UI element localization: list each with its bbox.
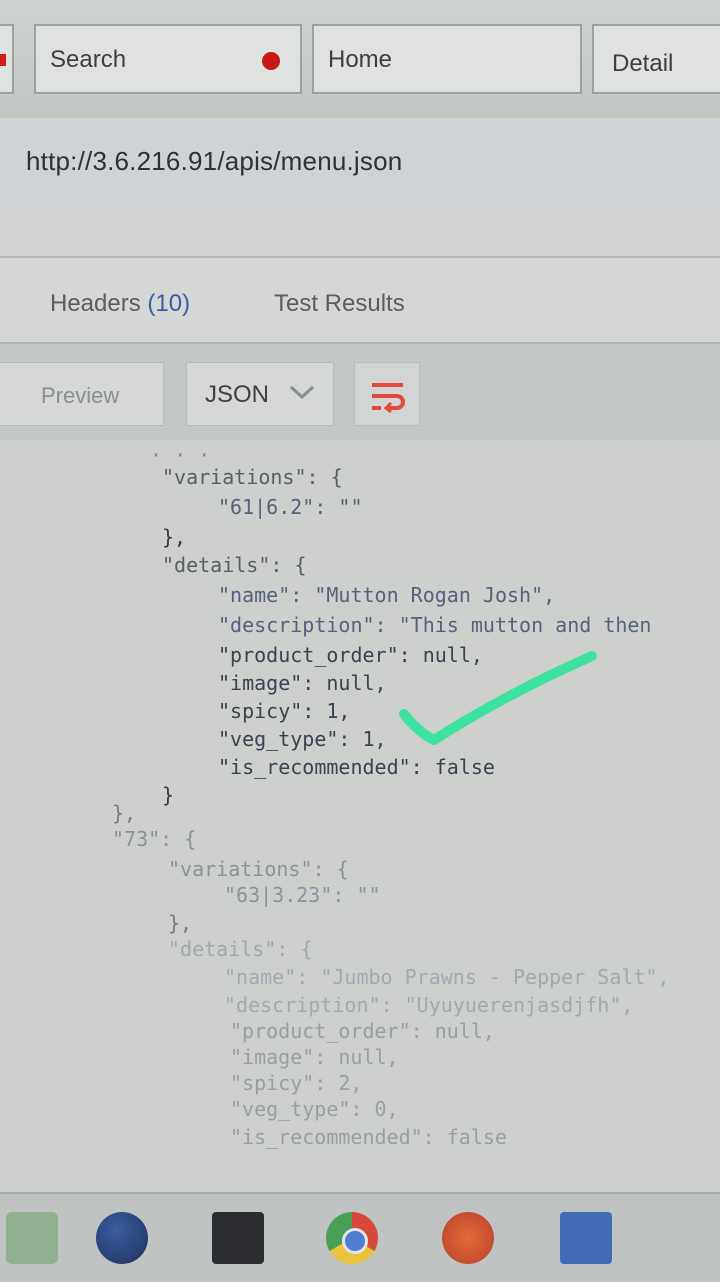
url-bar[interactable]: http://3.6.216.91/apis/menu.json bbox=[0, 118, 720, 208]
tab-detail[interactable]: Detail bbox=[592, 24, 720, 94]
tab-previous[interactable] bbox=[0, 24, 14, 94]
tab-search[interactable]: Search bbox=[34, 24, 302, 94]
taskbar-app-2[interactable] bbox=[90, 1208, 154, 1268]
tab-test-results[interactable]: Test Results bbox=[274, 290, 405, 318]
divider bbox=[0, 206, 720, 258]
json-viewer[interactable]: · · · "variations": { "61|6.2": "" }, "d… bbox=[0, 440, 720, 1192]
request-url[interactable]: http://3.6.216.91/apis/menu.json bbox=[26, 146, 402, 177]
code-line: "name": "Jumbo Prawns - Pepper Salt", bbox=[224, 965, 670, 989]
eclipse-icon bbox=[96, 1212, 148, 1264]
record-dot-icon bbox=[262, 52, 280, 70]
terminal-icon bbox=[212, 1212, 264, 1264]
format-select[interactable]: JSON bbox=[186, 362, 334, 426]
code-line: "is_recommended": false bbox=[230, 1125, 507, 1149]
code-line: } bbox=[162, 783, 175, 807]
response-tabs: Headers (10) Test Results bbox=[0, 258, 720, 344]
code-line: "73": { bbox=[112, 827, 197, 851]
code-line: "spicy": 1, bbox=[218, 699, 351, 723]
format-label: JSON bbox=[205, 381, 270, 408]
code-line: "veg_type": 1, bbox=[218, 727, 387, 751]
taskbar-app-1[interactable] bbox=[0, 1208, 64, 1268]
code-line: }, bbox=[162, 525, 187, 549]
response-toolbar: Preview JSON bbox=[0, 344, 720, 440]
code-line: "63|3.23": "" bbox=[224, 883, 381, 907]
code-line: "name": "Mutton Rogan Josh", bbox=[218, 583, 556, 607]
taskbar-app-3[interactable] bbox=[206, 1208, 274, 1268]
tab-headers-label: Headers bbox=[50, 290, 141, 317]
chrome-icon bbox=[326, 1212, 378, 1264]
code-line: "61|6.2": "" bbox=[218, 495, 363, 519]
code-line: "description": "This mutton and then bbox=[218, 613, 652, 637]
tab-home-label: Home bbox=[328, 46, 393, 73]
tab-home[interactable]: Home bbox=[312, 24, 582, 94]
word-wrap-icon bbox=[372, 383, 405, 413]
taskbar-app-4[interactable] bbox=[320, 1208, 384, 1268]
taskbar bbox=[0, 1192, 720, 1282]
app-icon bbox=[6, 1212, 58, 1264]
taskbar-app-5[interactable] bbox=[436, 1208, 500, 1268]
request-tab-bar: Search Home Detail bbox=[0, 0, 720, 120]
taskbar-app-6[interactable] bbox=[554, 1208, 618, 1268]
code-line: "variations": { bbox=[162, 465, 343, 489]
preview-label: Preview bbox=[41, 383, 120, 408]
tab-search-label: Search bbox=[50, 46, 127, 73]
code-line: "image": null, bbox=[218, 671, 387, 695]
wrap-button[interactable] bbox=[354, 362, 420, 426]
tab-test-results-label: Test Results bbox=[274, 290, 405, 317]
code-line: "is_recommended": false bbox=[218, 755, 495, 779]
code-line: "details": { bbox=[168, 937, 313, 961]
tab-detail-label: Detail bbox=[612, 50, 674, 77]
network-icon bbox=[560, 1212, 612, 1264]
headers-count: (10) bbox=[147, 290, 191, 317]
tab-headers[interactable]: Headers (10) bbox=[50, 290, 190, 318]
tab-indicator-icon bbox=[0, 54, 6, 66]
checkmark-icon bbox=[399, 651, 597, 745]
postman-icon bbox=[442, 1212, 494, 1264]
preview-button[interactable]: Preview bbox=[0, 362, 164, 426]
code-line: "details": { bbox=[162, 553, 307, 577]
chevron-down-icon bbox=[289, 385, 315, 400]
code-line: "veg_type": 0, bbox=[230, 1097, 399, 1121]
